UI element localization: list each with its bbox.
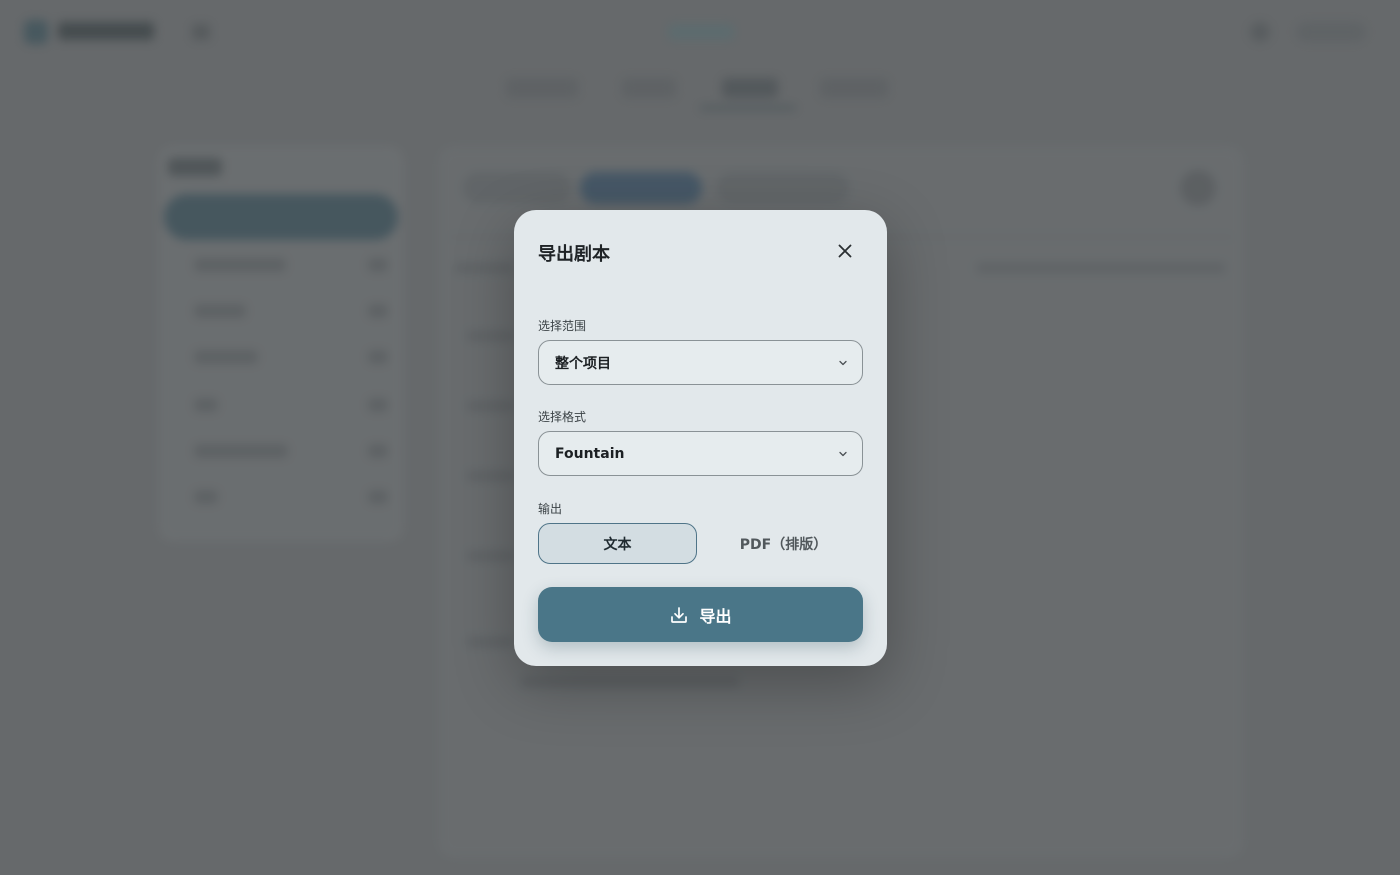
main-line [520,676,740,688]
format-select[interactable]: Fountain [538,431,863,476]
download-icon [671,606,688,623]
sidebar-count [368,350,388,364]
output-toggle-group: 文本 PDF（排版） [538,523,863,564]
app-topbar [0,0,1400,64]
close-button[interactable] [832,238,858,264]
scope-select-value: 整个项目 [555,355,611,372]
format-select-value: Fountain [555,445,625,462]
tab-2 [622,78,676,98]
sidebar-item [194,490,218,504]
close-icon [838,244,852,258]
sidebar-item [194,304,246,318]
export-script-dialog: 导出剧本 选择范围 整个项目 选择格式 Fountain 输出 文本 PDF（排… [514,210,887,666]
app-logo-icon [24,20,48,44]
chevron-down-icon [839,451,847,457]
sidebar-count [368,258,388,272]
main-chip [716,172,850,204]
sidebar-count [368,444,388,458]
main-line [454,262,514,274]
sidebar-count [368,490,388,504]
format-label: 选择格式 [538,410,587,424]
scope-label: 选择范围 [538,319,587,333]
main-line [466,400,514,412]
main-line [466,470,514,482]
export-button-label: 导出 [699,606,732,626]
output-option-text[interactable]: 文本 [538,523,697,564]
sidebar-item [194,398,218,412]
main-line [466,330,514,342]
sidebar-count [368,398,388,412]
main-line [466,550,514,562]
main-line [466,636,514,648]
scope-select[interactable]: 整个项目 [538,340,863,385]
tab-4 [820,78,888,98]
main-chip [462,172,572,204]
menu-icon [192,24,210,40]
sidebar-item-active [164,194,398,240]
main-chip-active [580,172,702,204]
tab-3-active [722,78,778,98]
main-action [1180,170,1216,206]
chevron-down-icon [839,360,847,366]
sidebar-count [368,304,388,318]
project-title [668,24,734,40]
output-label: 输出 [538,502,563,516]
sidebar-item [194,444,288,458]
output-option-pdf[interactable]: PDF（排版） [704,523,863,564]
notification-icon [1250,22,1270,42]
user-menu [1296,22,1366,42]
tab-underline [700,106,796,110]
main-line [976,262,1226,274]
dialog-title: 导出剧本 [538,244,610,265]
sidebar-item [194,258,286,272]
sidebar-heading [168,158,222,176]
tab-1 [506,78,578,98]
export-button[interactable]: 导出 [538,587,863,642]
app-logo-text [58,22,154,40]
sidebar-item [194,350,258,364]
